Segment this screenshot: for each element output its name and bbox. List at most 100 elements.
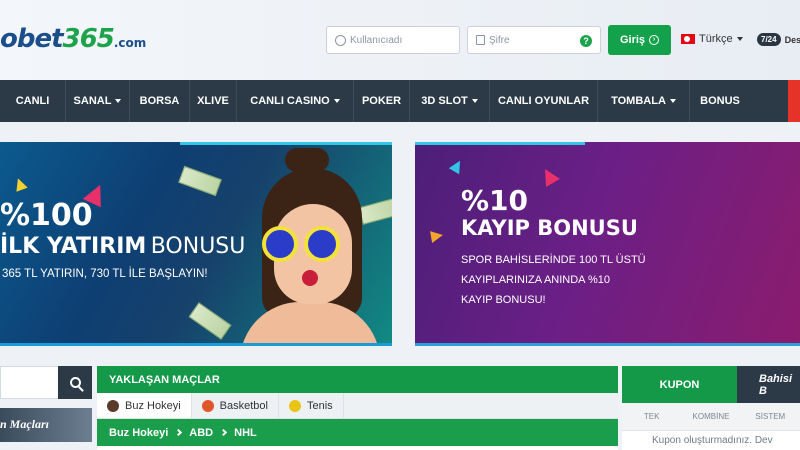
nav-item-label: CANLI [15, 95, 50, 107]
turkey-flag-icon [681, 34, 695, 44]
promo-banner-loss-bonus[interactable]: 89 %10 KAYIP BONUSU SPOR BAHİSLERİNDE 10… [415, 142, 800, 346]
support-label: Des [784, 34, 800, 45]
nav-item-canli[interactable]: CANLI [0, 80, 66, 122]
triangle-decoration [538, 165, 560, 187]
upcoming-title: YAKLAŞAN MAÇLAR [97, 366, 618, 393]
betslip-tabs: KUPON Bahisi B [622, 366, 800, 403]
chevron-down-icon [669, 99, 676, 103]
promo-banner-first-deposit[interactable]: %100 İLK YATIRIM BONUSU 365 TL YATIRIN, … [0, 142, 392, 346]
tab-tennis[interactable]: Tenis [279, 393, 344, 418]
chevron-down-icon [471, 99, 478, 103]
nav-item-label: CANLI CASINO [250, 95, 330, 107]
language-selector[interactable]: Türkçe [681, 33, 743, 45]
header: obet 365 .com ? Giriş › Türkçe 7/24 Des [0, 0, 800, 80]
nav-item-label: BORSA [139, 95, 180, 107]
tab-kupon[interactable]: KUPON [622, 366, 737, 403]
breadcrumb-item[interactable]: NHL [234, 427, 257, 439]
site-logo[interactable]: obet 365 .com [0, 24, 146, 64]
banner1-headline-light: BONUSU [150, 234, 246, 259]
login-button[interactable]: Giriş › [608, 25, 671, 55]
mouth-illustration [302, 270, 318, 286]
live-matches-card[interactable]: n Maçları [0, 408, 92, 442]
basketball-icon [201, 399, 214, 412]
breadcrumb: Buz Hokeyi ABD NHL [97, 419, 618, 446]
nav-item-xlive[interactable]: XLIVE [190, 80, 237, 122]
nav-item-borsa[interactable]: BORSA [130, 80, 190, 122]
password-field[interactable]: ? [467, 26, 601, 54]
tab-combo[interactable]: KOMBİNE [681, 403, 740, 430]
nav-item-canli-oyunlar[interactable]: CANLI OYUNLAR [490, 80, 598, 122]
logo-text-3: .com [113, 36, 147, 50]
password-input[interactable] [489, 34, 579, 46]
upcoming-matches-panel: YAKLAŞAN MAÇLAR Buz Hokeyi Basketbol Ten… [97, 366, 618, 450]
banner1-headline: İLK YATIRIM BONUSU [0, 234, 245, 259]
nav-item-poker[interactable]: POKER [354, 80, 410, 122]
search-icon [69, 377, 81, 388]
banner2-headline: KAYIP BONUSU [461, 216, 638, 240]
breadcrumb-item[interactable]: ABD [189, 427, 213, 439]
sunglasses-lens [304, 226, 340, 262]
ice-hockey-icon [107, 399, 119, 412]
username-field[interactable] [326, 26, 460, 54]
chevron-right-icon [175, 428, 183, 437]
cash-icon [188, 302, 232, 340]
username-input[interactable] [350, 34, 440, 46]
banner2-line2: KAYIPLARINIZA ANINDA %10 [461, 274, 610, 286]
logo-text-2: 365 [62, 24, 115, 54]
nav-item-tombala[interactable]: TOMBALA [598, 80, 690, 122]
user-icon [335, 34, 346, 46]
arrow-right-icon: › [649, 35, 660, 45]
search-button[interactable] [58, 366, 92, 399]
login-button-label: Giriş [619, 34, 646, 46]
help-icon[interactable]: ? [580, 35, 592, 47]
cash-icon [358, 197, 392, 225]
triangle-decoration [448, 157, 466, 175]
banner-accent-line [180, 142, 392, 145]
banner1-percent: %100 [0, 198, 93, 233]
triangle-decoration [12, 176, 28, 192]
nav-item-label: SANAL [73, 95, 112, 107]
nav-item-bonus[interactable]: BONUS [690, 80, 750, 122]
betslip-panel: KUPON Bahisi B TEK KOMBİNE SİSTEM Kupon … [622, 366, 800, 450]
nav-item-3d-slot[interactable]: 3D SLOT [410, 80, 490, 122]
tab-label: Tenis [306, 399, 333, 412]
banner2-line3: KAYIP BONUSU! [461, 294, 546, 306]
nav-item-canli-casino[interactable]: CANLI CASINO [237, 80, 354, 122]
tab-system[interactable]: SİSTEM [741, 403, 800, 430]
breadcrumb-item[interactable]: Buz Hokeyi [109, 427, 168, 439]
nav-item-sanal[interactable]: SANAL [66, 80, 130, 122]
tab-single[interactable]: TEK [622, 403, 681, 430]
tab-label: Buz Hokeyi [125, 399, 181, 412]
woman-shoulders [240, 302, 380, 343]
chevron-down-icon [333, 99, 340, 103]
nav-item-label: POKER [361, 95, 402, 107]
banner2-line1: SPOR BAHİSLERİNDE 100 TL ÜSTÜ [461, 254, 646, 266]
tennis-ball-icon [288, 399, 301, 412]
main-nav: CANLI SANAL BORSA XLIVE CANLI CASINO POK… [0, 80, 800, 122]
tab-basketball[interactable]: Basketbol [192, 393, 279, 418]
chevron-right-icon [220, 428, 228, 437]
tab-label: Basketbol [219, 399, 268, 412]
chevron-down-icon [736, 37, 743, 41]
nav-item-label: XLIVE [197, 95, 229, 107]
support-badge: 7/24 [757, 33, 781, 46]
sport-tabs: Buz Hokeyi Basketbol Tenis [97, 393, 618, 419]
tab-open-bets[interactable]: Bahisi B [737, 366, 800, 403]
chevron-down-icon [115, 99, 122, 103]
hair-bow-illustration [285, 148, 329, 172]
language-label: Türkçe [699, 33, 733, 45]
live-matches-label: n Maçları [0, 417, 50, 431]
support-link[interactable]: 7/24 Des [757, 33, 800, 46]
nav-item-label: TOMBALA [611, 95, 666, 107]
triangle-decoration [430, 229, 444, 243]
nav-item-label: 3D SLOT [421, 95, 468, 107]
tab-ice-hockey[interactable]: Buz Hokeyi [97, 393, 192, 418]
lock-icon [476, 35, 485, 45]
nav-promo-tab[interactable] [788, 80, 800, 122]
sunglasses-lens [262, 226, 298, 262]
banner1-headline-bold: İLK YATIRIM [0, 234, 147, 259]
banner2-percent: %10 [461, 184, 529, 217]
nav-item-label: BONUS [700, 95, 740, 107]
logo-text-1: obet [0, 24, 64, 54]
banner1-subtitle: 365 TL YATIRIN, 730 TL İLE BAŞLAYIN! [2, 268, 208, 280]
